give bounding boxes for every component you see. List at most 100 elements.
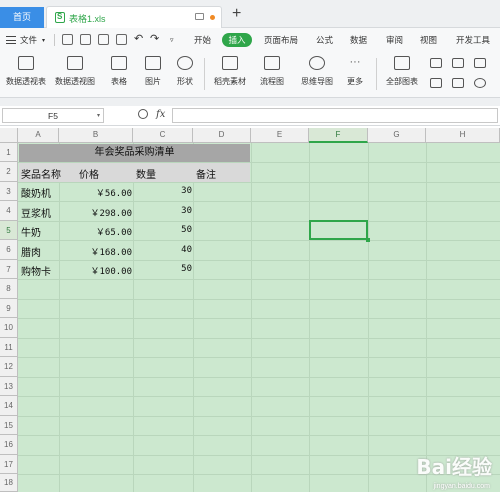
row-header[interactable]: 18 bbox=[0, 474, 18, 492]
divider bbox=[204, 58, 205, 90]
qty-cell[interactable]: 40 bbox=[134, 245, 192, 255]
column-header-d[interactable]: D bbox=[193, 128, 251, 143]
header-cell-name[interactable]: 奖品名称 bbox=[21, 166, 61, 181]
preview-icon[interactable] bbox=[116, 34, 127, 45]
fx-icon[interactable]: fx bbox=[156, 109, 165, 120]
item-name-cell[interactable]: 酸奶机 bbox=[21, 185, 51, 200]
qty-cell[interactable]: 30 bbox=[134, 186, 192, 196]
item-name-cell[interactable]: 豆浆机 bbox=[21, 205, 51, 220]
picture-button[interactable]: 图片 bbox=[140, 56, 166, 87]
header-cell-qty[interactable]: 数量 bbox=[136, 166, 156, 181]
tab-developer[interactable]: 开发工具 bbox=[456, 34, 490, 46]
mindmap-button[interactable]: 思维导图 bbox=[296, 56, 338, 87]
chevron-down-icon[interactable]: ▾ bbox=[97, 109, 100, 123]
tab-start[interactable]: 开始 bbox=[194, 34, 211, 46]
pie-chart-icon[interactable] bbox=[474, 78, 486, 88]
qty-cell[interactable]: 50 bbox=[134, 264, 192, 274]
tab-view[interactable]: 视图 bbox=[420, 34, 437, 46]
add-tab-button[interactable]: + bbox=[232, 6, 241, 22]
shape-button[interactable]: 形状 bbox=[172, 56, 198, 87]
row-header[interactable]: 2 bbox=[0, 162, 18, 182]
qty-cell[interactable]: 30 bbox=[134, 206, 192, 216]
tab-page-layout[interactable]: 页面布局 bbox=[264, 34, 298, 46]
tab-data[interactable]: 数据 bbox=[350, 34, 367, 46]
tab-home[interactable]: 首页 bbox=[0, 7, 44, 28]
row-header[interactable]: 8 bbox=[0, 279, 18, 299]
save-icon[interactable] bbox=[62, 34, 73, 45]
spreadsheet-grid[interactable]: A B C D E F G H 1 2 3 4 5 6 7 8 9 10 11 … bbox=[0, 128, 500, 492]
item-name-cell[interactable]: 购物卡 bbox=[21, 263, 51, 278]
gridline bbox=[18, 201, 500, 202]
name-box[interactable]: F5 ▾ bbox=[2, 108, 104, 123]
row-header[interactable]: 3 bbox=[0, 182, 18, 201]
tab-document[interactable]: 表格1.xls bbox=[46, 6, 222, 28]
area-chart-icon[interactable] bbox=[430, 78, 442, 88]
qty-cell[interactable]: 50 bbox=[134, 225, 192, 235]
table-button[interactable]: 表格 bbox=[108, 56, 130, 87]
price-cell[interactable]: ￥65.00 bbox=[60, 225, 132, 238]
bar-chart-icon[interactable] bbox=[452, 58, 464, 68]
row-header[interactable]: 12 bbox=[0, 357, 18, 377]
row-header[interactable]: 7 bbox=[0, 260, 18, 279]
row-header[interactable]: 1 bbox=[0, 143, 18, 162]
print-icon[interactable] bbox=[80, 34, 91, 45]
item-name-cell[interactable]: 牛奶 bbox=[21, 224, 41, 239]
column-header-h[interactable]: H bbox=[426, 128, 500, 143]
more-dots-icon: ··· bbox=[349, 56, 361, 68]
formula-input[interactable] bbox=[172, 108, 498, 123]
column-header-e[interactable]: E bbox=[251, 128, 309, 143]
redo-icon[interactable]: ↷ bbox=[150, 32, 159, 45]
export-icon[interactable] bbox=[98, 34, 109, 45]
header-cell-note[interactable]: 备注 bbox=[196, 166, 216, 181]
all-charts-button[interactable]: 全部图表 bbox=[382, 56, 422, 87]
sheet-title-cell[interactable]: 年会奖品采购清单 bbox=[19, 144, 250, 162]
row-header[interactable]: 5 bbox=[0, 221, 18, 240]
price-cell[interactable]: ￥298.00 bbox=[60, 206, 132, 219]
more-button[interactable]: ··· 更多 bbox=[342, 56, 368, 87]
price-cell[interactable]: ￥56.00 bbox=[60, 186, 132, 199]
material-icon bbox=[222, 56, 238, 70]
tab-formula[interactable]: 公式 bbox=[316, 34, 333, 46]
column-header-c[interactable]: C bbox=[133, 128, 193, 143]
active-cell-selection[interactable] bbox=[309, 220, 370, 242]
row-header[interactable]: 13 bbox=[0, 377, 18, 396]
row-header[interactable]: 14 bbox=[0, 396, 18, 416]
unsaved-dot-icon bbox=[210, 15, 215, 20]
row-header[interactable]: 4 bbox=[0, 201, 18, 221]
select-all-corner[interactable] bbox=[0, 128, 18, 143]
zoom-icon[interactable] bbox=[138, 109, 148, 119]
tab-insert[interactable]: 插入 bbox=[222, 33, 252, 47]
gridline bbox=[18, 338, 500, 339]
flowchart-button[interactable]: 流程图 bbox=[256, 56, 288, 87]
row-header[interactable]: 16 bbox=[0, 435, 18, 455]
header-cell-price[interactable]: 价格 bbox=[79, 166, 99, 181]
row-header[interactable]: 9 bbox=[0, 299, 18, 318]
item-name-cell[interactable]: 腊肉 bbox=[21, 244, 41, 259]
chevron-down-icon[interactable]: ▾ bbox=[42, 37, 45, 44]
row-header[interactable]: 11 bbox=[0, 338, 18, 357]
row-header[interactable]: 6 bbox=[0, 240, 18, 260]
column-chart-icon[interactable] bbox=[430, 58, 442, 68]
column-header-b[interactable]: B bbox=[59, 128, 133, 143]
menu-icon[interactable] bbox=[6, 36, 16, 44]
price-cell[interactable]: ￥168.00 bbox=[60, 245, 132, 258]
line-chart-icon[interactable] bbox=[474, 58, 486, 68]
row-header[interactable]: 17 bbox=[0, 455, 18, 474]
scatter-chart-icon[interactable] bbox=[452, 78, 464, 88]
customize-icon[interactable]: ▿ bbox=[170, 36, 174, 44]
row-header[interactable]: 15 bbox=[0, 416, 18, 435]
column-header-f[interactable]: F bbox=[309, 128, 368, 143]
pivot-table-button[interactable]: 数据透视表 bbox=[4, 56, 48, 87]
column-header-a[interactable]: A bbox=[18, 128, 59, 143]
pivot-table-icon bbox=[18, 56, 34, 70]
file-menu[interactable]: 文件 bbox=[20, 34, 37, 46]
price-cell[interactable]: ￥100.00 bbox=[60, 264, 132, 277]
monitor-icon[interactable] bbox=[195, 13, 204, 20]
undo-icon[interactable]: ↶ bbox=[134, 32, 143, 45]
docer-material-button[interactable]: 稻壳素材 bbox=[210, 56, 250, 87]
gridline bbox=[18, 260, 500, 261]
column-header-g[interactable]: G bbox=[368, 128, 426, 143]
row-header[interactable]: 10 bbox=[0, 318, 18, 338]
tab-review[interactable]: 审阅 bbox=[386, 34, 403, 46]
pivot-chart-button[interactable]: 数据透视图 bbox=[52, 56, 98, 87]
